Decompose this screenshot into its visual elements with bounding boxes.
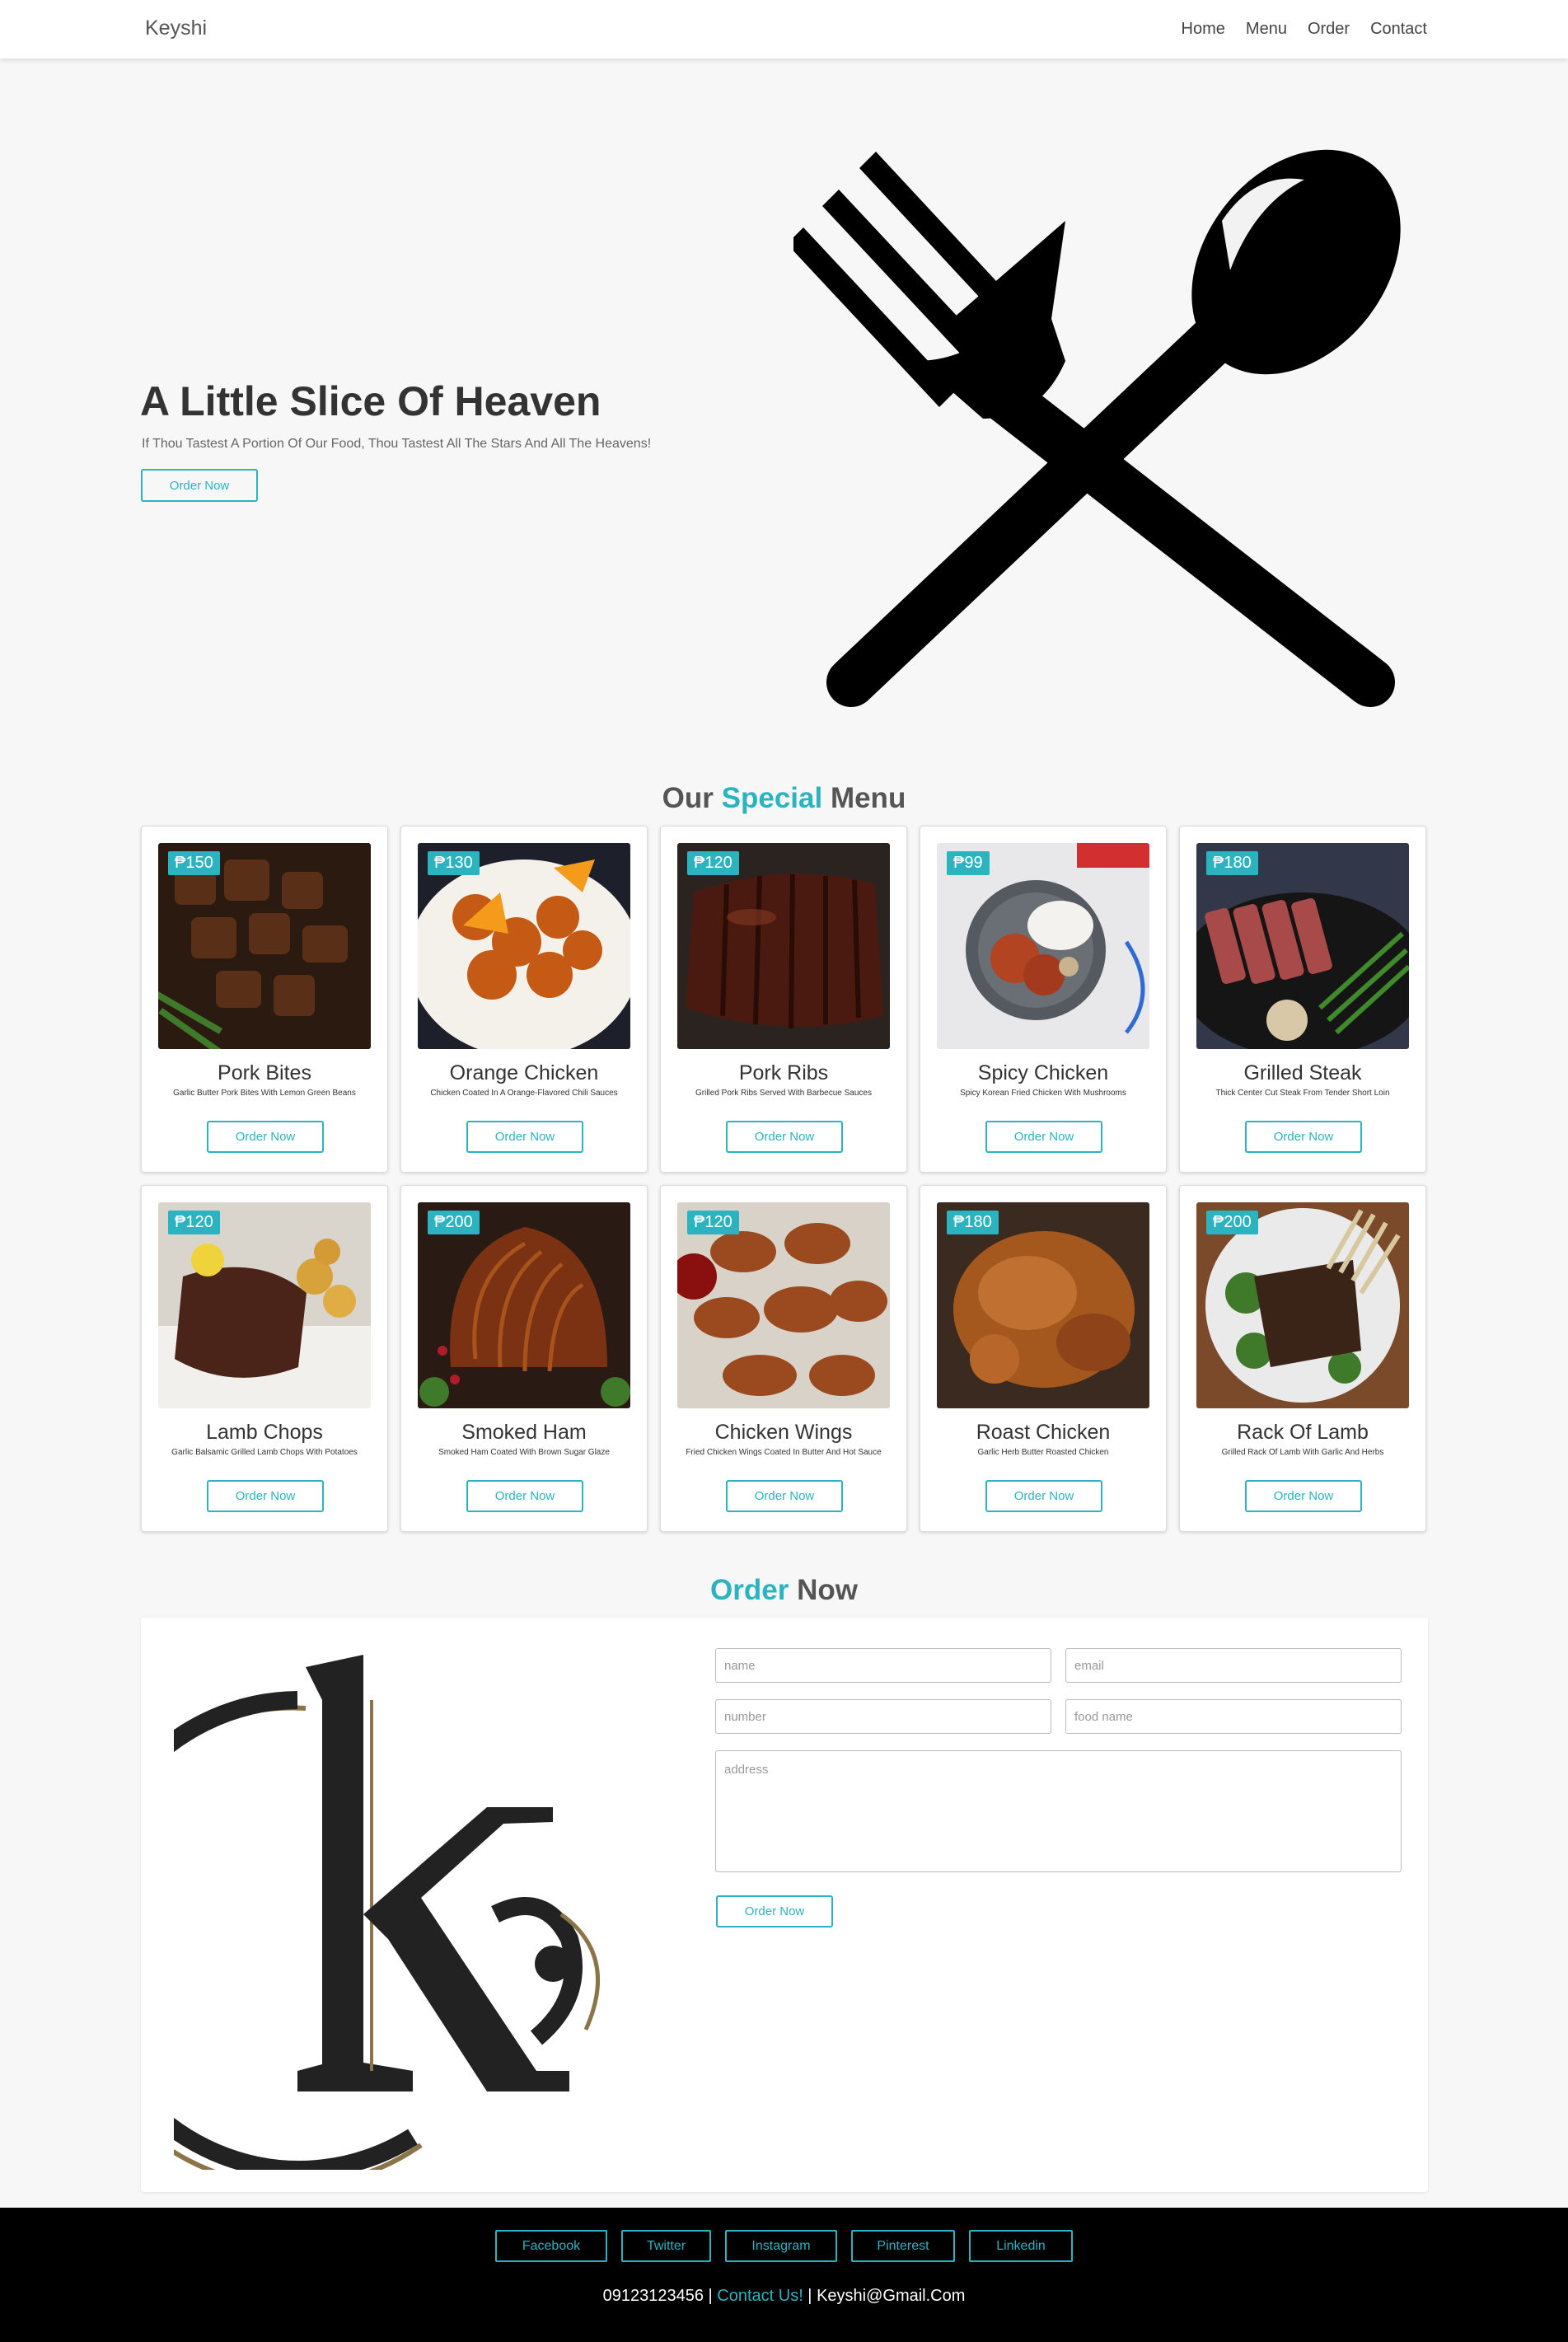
menu-section-title: Our Special Menu <box>0 782 1568 815</box>
menu-item-desc: Grilled Rack Of Lamb With Garlic And Her… <box>1221 1448 1384 1457</box>
instagram-link[interactable]: Instagram <box>725 2230 837 2262</box>
food-photo-rack-of-lamb: ₱200 <box>1196 1202 1409 1408</box>
order-form-panel: name email number food name address Orde… <box>141 1618 1428 2192</box>
order-now-button[interactable]: Order Now <box>1245 1121 1362 1153</box>
footer-separator: | <box>703 2287 718 2305</box>
footer-phone: 09123123456 <box>602 2287 704 2305</box>
food-photo-chicken-wings: ₱120 <box>677 1202 890 1408</box>
menu-item-name: Spicy Chicken <box>977 1061 1109 1084</box>
number-input[interactable]: number <box>715 1699 1051 1734</box>
submit-order-button[interactable]: Order Now <box>716 1895 833 1927</box>
pinterest-link[interactable]: Pinterest <box>851 2230 955 2262</box>
fork-spoon-icon <box>793 149 1401 707</box>
menu-item-desc: Garlic Butter Pork Bites With Lemon Gree… <box>173 1089 356 1098</box>
menu-item-name: Roast Chicken <box>976 1421 1111 1444</box>
order-now-button[interactable]: Order Now <box>466 1121 583 1153</box>
nav-link-home[interactable]: Home <box>1182 20 1225 39</box>
menu-card-spicy-chicken: ₱99 Spicy Chicken Spicy Korean Fried Chi… <box>920 826 1167 1173</box>
food-photo-roast-chicken: ₱180 <box>937 1202 1149 1408</box>
menu-item-name: Pork Bites <box>218 1061 311 1084</box>
menu-item-desc: Thick Center Cut Steak From Tender Short… <box>1215 1089 1390 1098</box>
menu-item-name: Smoked Ham <box>461 1421 587 1444</box>
menu-card-chicken-wings: ₱120 Chicken Wings Fried Chicken Wings C… <box>660 1185 907 1532</box>
menu-item-name: Pork Ribs <box>738 1061 829 1084</box>
order-now-button[interactable]: Order Now <box>985 1480 1102 1512</box>
food-photo-pork-bites: ₱150 <box>158 843 371 1049</box>
menu-card-rack-of-lamb: ₱200 Rack Of Lamb Grilled Rack Of Lamb W… <box>1179 1185 1426 1532</box>
menu-title-accent: Special <box>721 782 823 814</box>
food-photo-spicy-chicken: ₱99 <box>937 843 1149 1049</box>
footer-email: Keyshi@Gmail.Com <box>817 2287 966 2305</box>
order-now-button[interactable]: Order Now <box>207 1121 324 1153</box>
order-now-button[interactable]: Order Now <box>207 1480 324 1512</box>
order-title-post: Now <box>797 1574 858 1606</box>
menu-card-smoked-ham: ₱200 Smoked Ham Smoked Ham Coated With B… <box>400 1185 648 1532</box>
hero-title: A Little Slice Of Heaven <box>140 378 601 424</box>
menu-item-name: Rack Of Lamb <box>1237 1421 1369 1444</box>
nav-link-contact[interactable]: Contact <box>1370 20 1427 39</box>
menu-item-name: Chicken Wings <box>714 1421 853 1444</box>
price-badge: ₱150 <box>168 851 220 875</box>
price-badge: ₱120 <box>168 1211 220 1234</box>
menu-item-desc: Garlic Herb Butter Roasted Chicken <box>977 1448 1109 1457</box>
order-title-accent: Order <box>710 1574 789 1606</box>
menu-card-orange-chicken: ₱130 Orange Chicken Chicken Coated In A … <box>400 826 648 1173</box>
footer-contact-line: 09123123456 | Contact Us! | Keyshi@Gmail… <box>0 2287 1568 2306</box>
nav-link-menu[interactable]: Menu <box>1246 20 1287 39</box>
nav-link-order[interactable]: Order <box>1308 20 1350 39</box>
food-photo-pork-ribs: ₱120 <box>677 843 890 1049</box>
menu-item-desc: Grilled Pork Ribs Served With Barbecue S… <box>695 1089 872 1098</box>
menu-item-desc: Garlic Balsamic Grilled Lamb Chops With … <box>171 1448 358 1457</box>
price-badge: ₱99 <box>947 851 990 875</box>
price-badge: ₱120 <box>687 1211 739 1234</box>
menu-card-grilled-steak: ₱180 Grilled Steak Thick Center Cut Stea… <box>1179 826 1426 1173</box>
price-badge: ₱200 <box>428 1211 480 1234</box>
address-textarea[interactable]: address <box>715 1750 1402 1872</box>
brand-logo-text[interactable]: Keyshi <box>145 16 207 40</box>
price-badge: ₱180 <box>947 1211 999 1234</box>
price-badge: ₱130 <box>428 851 480 875</box>
food-name-input[interactable]: food name <box>1065 1699 1402 1734</box>
menu-item-name: Grilled Steak <box>1243 1061 1362 1084</box>
nav-links: Home Menu Order Contact <box>1182 20 1427 39</box>
menu-item-name: Lamb Chops <box>206 1421 323 1444</box>
social-links: Facebook Twitter Instagram Pinterest Lin… <box>0 2230 1568 2262</box>
menu-title-pre: Our <box>662 782 714 814</box>
menu-card-lamb-chops: ₱120 Lamb Chops Garlic Balsamic Grilled … <box>141 1185 388 1532</box>
price-badge: ₱180 <box>1206 851 1258 875</box>
k-logo-icon <box>174 1655 601 2170</box>
footer: Facebook Twitter Instagram Pinterest Lin… <box>0 2208 1568 2342</box>
menu-title-post: Menu <box>830 782 906 814</box>
navbar: Keyshi Home Menu Order Contact <box>0 0 1568 59</box>
email-input[interactable]: email <box>1065 1648 1402 1683</box>
order-now-button[interactable]: Order Now <box>466 1480 583 1512</box>
menu-card-pork-bites: ₱150 Pork Bites Garlic Butter Pork Bites… <box>141 826 388 1173</box>
menu-card-pork-ribs: ₱120 Pork Ribs Grilled Pork Ribs Served … <box>660 826 907 1173</box>
order-now-button[interactable]: Order Now <box>985 1121 1102 1153</box>
price-badge: ₱120 <box>687 851 739 875</box>
menu-item-desc: Chicken Coated In A Orange-Flavored Chil… <box>430 1089 618 1098</box>
order-section-title: Order Now <box>0 1574 1568 1607</box>
linkedin-link[interactable]: Linkedin <box>969 2230 1073 2262</box>
menu-item-desc: Spicy Korean Fried Chicken With Mushroom… <box>960 1089 1126 1098</box>
name-input[interactable]: name <box>715 1648 1051 1683</box>
order-now-button[interactable]: Order Now <box>1245 1480 1362 1512</box>
food-photo-smoked-ham: ₱200 <box>418 1202 630 1408</box>
contact-us-link[interactable]: Contact Us! <box>717 2287 803 2305</box>
food-photo-lamb-chops: ₱120 <box>158 1202 371 1408</box>
price-badge: ₱200 <box>1206 1211 1258 1234</box>
food-photo-orange-chicken: ₱130 <box>418 843 630 1049</box>
order-now-button[interactable]: Order Now <box>726 1121 843 1153</box>
hero-order-button[interactable]: Order Now <box>141 469 258 502</box>
hero-subtitle: If Thou Tastest A Portion Of Our Food, T… <box>142 437 652 451</box>
menu-item-name: Orange Chicken <box>449 1061 599 1084</box>
menu-card-roast-chicken: ₱180 Roast Chicken Garlic Herb Butter Ro… <box>920 1185 1167 1532</box>
facebook-link[interactable]: Facebook <box>495 2230 607 2262</box>
menu-item-desc: Fried Chicken Wings Coated In Butter And… <box>686 1448 882 1457</box>
menu-item-desc: Smoked Ham Coated With Brown Sugar Glaze <box>438 1448 610 1457</box>
order-now-button[interactable]: Order Now <box>726 1480 843 1512</box>
footer-separator: | <box>803 2287 817 2305</box>
twitter-link[interactable]: Twitter <box>621 2230 711 2262</box>
food-photo-grilled-steak: ₱180 <box>1196 843 1409 1049</box>
